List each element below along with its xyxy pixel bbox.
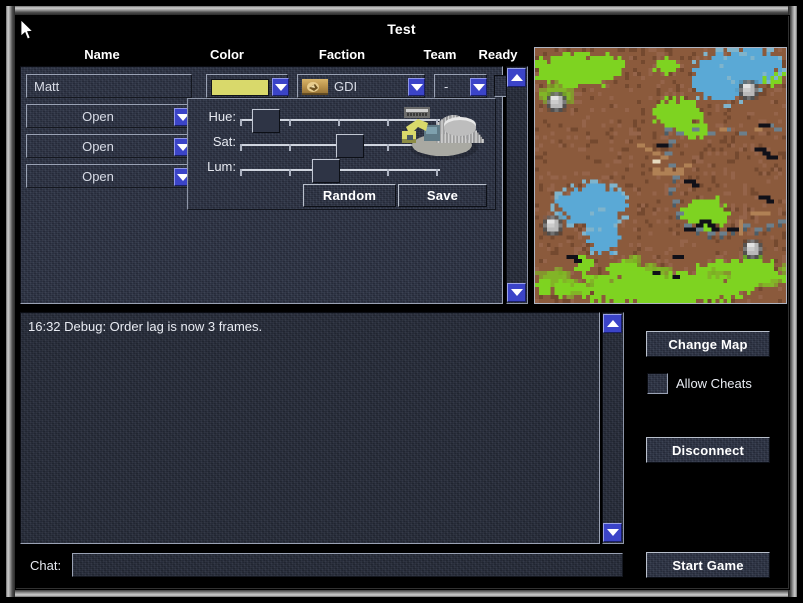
- faction-dropdown-button[interactable]: [408, 78, 425, 96]
- chat-input[interactable]: [72, 553, 623, 577]
- lum-slider-thumb[interactable]: [312, 159, 340, 183]
- player-color-swatch[interactable]: [211, 79, 269, 96]
- scrollbar-track[interactable]: [602, 312, 624, 544]
- slider-tick: [289, 144, 291, 151]
- save-color-button[interactable]: Save: [398, 184, 487, 207]
- change-map-button[interactable]: Change Map: [646, 331, 770, 357]
- faction-emblem-icon: [302, 79, 328, 95]
- chat-log-background: [20, 312, 600, 544]
- chat-log-message: 16:32 Debug: Order lag is now 3 frames.: [28, 319, 263, 334]
- unit-color-preview: [398, 105, 484, 163]
- slider-tick: [240, 119, 242, 126]
- triangle-up-icon: [510, 74, 523, 81]
- page-title: Test: [387, 21, 416, 37]
- scrollbar-track[interactable]: [506, 66, 528, 304]
- player-team-cell: -: [434, 74, 487, 98]
- player-faction-value: GDI: [334, 79, 358, 94]
- player-team-value: -: [444, 79, 449, 94]
- scroll-up-button[interactable]: [603, 314, 622, 333]
- minimap-preview[interactable]: [534, 47, 787, 304]
- sat-slider-thumb[interactable]: [336, 134, 364, 158]
- scroll-down-button[interactable]: [603, 523, 622, 542]
- slot-label: Open: [82, 109, 114, 124]
- slider-tick: [240, 169, 242, 176]
- slider-tick: [338, 119, 340, 126]
- chevron-down-icon: [410, 83, 423, 91]
- column-header-name: Name: [84, 47, 120, 62]
- slider-tick: [289, 119, 291, 126]
- sat-slider-label: Sat:: [212, 134, 236, 149]
- player-color-cell: [206, 74, 289, 98]
- chevron-down-icon: [274, 83, 287, 91]
- lum-slider-label: Lum:: [207, 159, 236, 174]
- column-header-team: Team: [423, 47, 457, 62]
- column-header-ready: Ready: [478, 47, 518, 62]
- random-color-button[interactable]: Random: [303, 184, 396, 207]
- game-lobby-window: Test Name Color Faction Team Ready Matt …: [0, 0, 803, 603]
- player-name-field[interactable]: Matt: [26, 74, 192, 98]
- chevron-down-icon: [472, 83, 485, 91]
- window-frame-top: [6, 6, 797, 15]
- triangle-up-icon: [606, 320, 619, 327]
- allow-cheats-checkbox[interactable]: [647, 373, 668, 394]
- player-faction-cell: GDI: [297, 74, 425, 98]
- hue-slider-label: Hue:: [208, 109, 236, 124]
- window-frame-bottom: [6, 588, 797, 597]
- team-dropdown-button[interactable]: [470, 78, 487, 96]
- slot-label: Open: [82, 139, 114, 154]
- player-list-scrollbar[interactable]: [505, 66, 528, 304]
- chat-log-scrollbar[interactable]: [602, 312, 625, 544]
- column-header-faction: Faction: [318, 47, 366, 62]
- slider-tick: [387, 169, 389, 176]
- slider-tick: [240, 144, 242, 151]
- slider-tick: [387, 144, 389, 151]
- scroll-up-button[interactable]: [507, 68, 526, 87]
- lum-slider[interactable]: [240, 159, 440, 185]
- player-slot-open-1[interactable]: Open: [26, 104, 192, 128]
- window-frame-left: [6, 6, 15, 597]
- column-header-color: Color: [210, 47, 244, 62]
- slider-tick: [289, 169, 291, 176]
- disconnect-button[interactable]: Disconnect: [646, 437, 770, 463]
- slider-tick: [387, 119, 389, 126]
- minimap-canvas[interactable]: [535, 48, 786, 303]
- triangle-down-icon: [606, 529, 619, 536]
- hue-slider-thumb[interactable]: [252, 109, 280, 133]
- slot-label: Open: [82, 169, 114, 184]
- scroll-down-button[interactable]: [507, 283, 526, 302]
- chat-input-label: Chat:: [30, 558, 62, 573]
- color-dropdown-button[interactable]: [272, 78, 289, 96]
- color-picker-panel: Hue: Sat: Lum: Random Save: [187, 98, 496, 210]
- player-name-value: Matt: [34, 79, 60, 94]
- window-frame-right: [788, 6, 797, 597]
- start-game-button[interactable]: Start Game: [646, 552, 770, 578]
- slider-tick: [436, 169, 438, 176]
- slider-track: [240, 169, 440, 171]
- player-slot-open-2[interactable]: Open: [26, 134, 192, 158]
- player-slot-open-3[interactable]: Open: [26, 164, 192, 188]
- triangle-down-icon: [510, 289, 523, 296]
- chat-log-panel: 16:32 Debug: Order lag is now 3 frames.: [20, 312, 625, 544]
- allow-cheats-label: Allow Cheats: [676, 376, 752, 391]
